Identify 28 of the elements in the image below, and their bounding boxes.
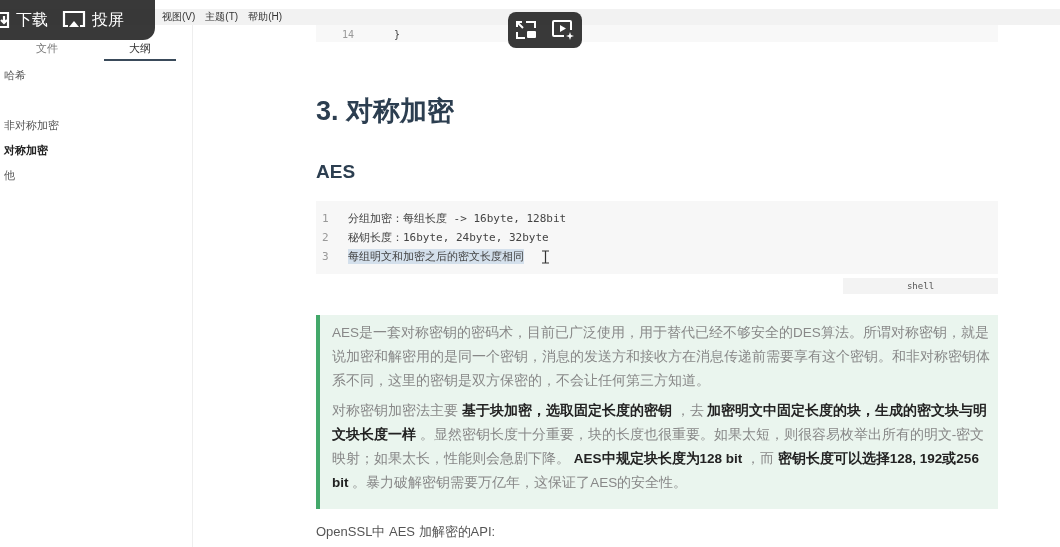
line-number: 14 [342, 29, 356, 40]
outline-item[interactable]: 非对称加密 [4, 113, 192, 138]
outline-item[interactable]: 对称加密 [4, 138, 192, 163]
outline-item[interactable]: 他 [4, 163, 192, 188]
outline-item[interactable]: 哈希 [4, 63, 192, 88]
paragraph: OpenSSL中 AES 加解密的API: [316, 523, 497, 541]
video-sparkle-icon[interactable] [551, 19, 575, 41]
menu-item[interactable]: 视图(V) [162, 10, 196, 24]
sidebar-tab[interactable]: 文件 [30, 41, 64, 59]
line-number: 2 [322, 231, 330, 244]
text-cursor-icon [542, 249, 549, 264]
menu-item[interactable]: 帮助(H) [248, 10, 282, 24]
quote-paragraph: AES是一套对称密钥的密码术，目前已广泛使用，用于替代已经不够安全的DES算法。所谓对称密钥，就是说加密和解密用的是同一个密钥，消息的发送方和接收方在消息传递前需要享有这个密钥。和非对称密钥体系不同，这里的密钥是双方保密的，不会让任何第三方知道。 [332, 324, 991, 390]
quote-paragraph: 对称密钥加密法主要 基于块加密，选取固定长度的密钥 ，去 加密明文中固定长度的块，生成的密文块与明文块长度一样 。显然密钥长度十分重要，块的长度也很重要。如果太短，则很容易枚举出所有的明文-密文映射；如果太长，性能则会急剧下降。 AES中规定块长度为128 bit ，而 密钥长度可以选择128, 192或256 bit 。暴力破解密钥需要万亿年，这保证了AES的安全性。 [332, 402, 989, 492]
subsection-heading: AES [316, 161, 357, 184]
language-label[interactable]: shell [843, 278, 998, 294]
download-icon [0, 10, 10, 30]
code-line: 秘钥长度：16byte, 24byte, 32byte [348, 230, 549, 245]
picture-in-picture-icon[interactable] [515, 20, 537, 40]
section-heading: 3. 对称加密 [316, 95, 456, 128]
line-number: 1 [322, 212, 330, 225]
code-line: 分组加密：每组长度 -> 16byte, 128bit [348, 211, 567, 226]
menu-item[interactable]: 主题(T) [205, 10, 239, 24]
line-number: 3 [322, 250, 330, 263]
cast-button[interactable]: 投屏 [62, 9, 124, 31]
download-button[interactable]: 下载 [0, 9, 48, 31]
cast-icon [62, 10, 86, 30]
code-line: } [394, 29, 401, 40]
